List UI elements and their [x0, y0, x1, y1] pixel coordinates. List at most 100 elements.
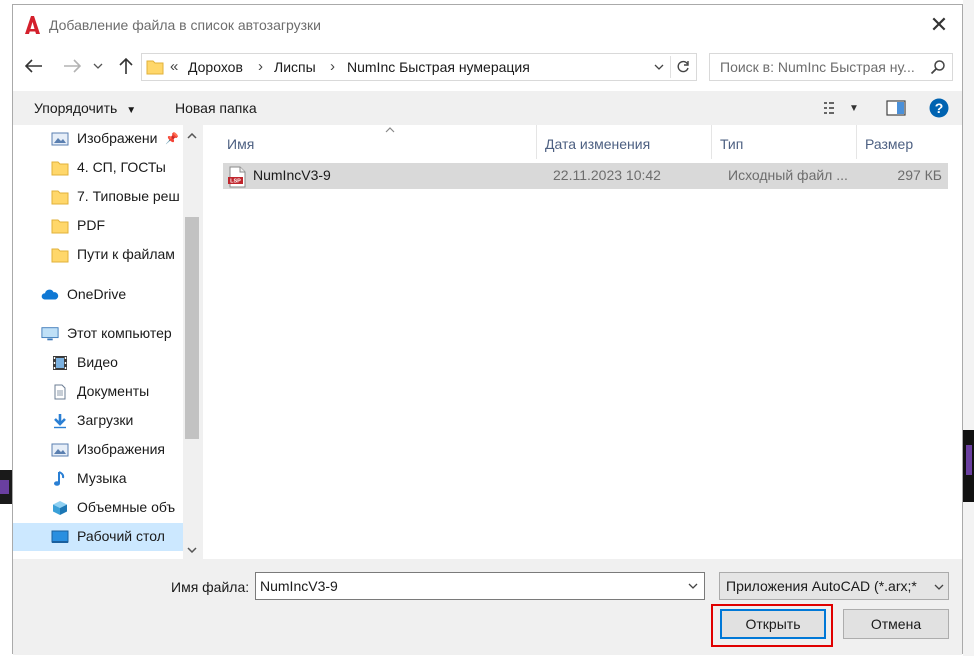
scroll-up-button[interactable] [183, 127, 201, 145]
sidebar-item-pictures-pinned[interactable]: Изображени 📌 [13, 125, 183, 153]
file-date: 22.11.2023 10:42 [553, 167, 661, 183]
sidebar-item-label: OneDrive [67, 286, 127, 302]
scrollbar-thumb[interactable] [185, 217, 199, 439]
music-icon [54, 471, 65, 486]
sidebar-item-label: 4. СП, ГОСТы [77, 159, 166, 175]
pictures-icon [51, 443, 69, 457]
desktop-icon [51, 530, 69, 543]
search-box[interactable]: Поиск в: NumInc Быстрая ну... [709, 53, 953, 81]
back-arrow-icon [25, 59, 42, 73]
search-icon [930, 60, 945, 75]
dialog-footer: Имя файла: Приложения AutoCAD (*.arx;* О… [13, 559, 962, 655]
document-icon [54, 384, 66, 400]
cloud-icon [41, 289, 59, 300]
file-row[interactable]: LSP NumIncV3-9 22.11.2023 10:42 Исходный… [223, 163, 948, 189]
organize-label: Упорядочить [34, 100, 118, 116]
sidebar-item-tipovye[interactable]: 7. Типовые реш [13, 183, 183, 211]
column-header-label: Тип [720, 136, 744, 152]
help-icon: ? [929, 98, 949, 118]
chevron-down-icon: ▼ [849, 102, 859, 114]
sidebar-item-onedrive[interactable]: OneDrive [13, 281, 183, 309]
file-name: NumIncV3-9 [253, 167, 331, 183]
breadcrumb-item[interactable]: NumInc Быстрая нумерация [347, 59, 530, 75]
scroll-down-button[interactable] [183, 541, 201, 559]
address-history-button[interactable] [650, 58, 668, 76]
cancel-button[interactable]: Отмена [843, 609, 949, 639]
column-header-label: Размер [865, 136, 914, 152]
sidebar-item-label: Музыка [77, 470, 127, 486]
column-header-label: Имя [227, 136, 255, 152]
sidebar-item-this-pc[interactable]: Этот компьютер [13, 320, 183, 348]
sidebar-item-documents[interactable]: Документы [13, 378, 183, 406]
chevron-down-icon [93, 63, 103, 69]
organize-button[interactable]: Упорядочить ▼ [34, 100, 136, 116]
pictures-icon [51, 132, 69, 146]
column-header-name[interactable]: Имя [219, 125, 537, 159]
sidebar-item-label: PDF [77, 217, 105, 233]
title-bar: Добавление файла в список автозагрузки ✕ [13, 5, 962, 45]
search-input[interactable]: Поиск в: NumInc Быстрая ну... [720, 59, 925, 75]
folder-icon [51, 190, 69, 205]
download-icon [54, 414, 66, 429]
forward-arrow-icon [64, 59, 81, 73]
navigation-scrollbar[interactable] [183, 125, 201, 559]
sidebar-item-pictures[interactable]: Изображения [13, 436, 183, 464]
filename-field[interactable] [255, 572, 705, 600]
sidebar-item-sp-gosty[interactable]: 4. СП, ГОСТы [13, 154, 183, 182]
breadcrumb-item[interactable]: Дорохов [188, 59, 243, 75]
filename-history-button[interactable] [684, 577, 702, 595]
up-arrow-icon [119, 57, 133, 74]
sort-ascending-icon [385, 127, 395, 133]
close-icon: ✕ [929, 12, 949, 37]
breadcrumb-overflow[interactable]: « [170, 58, 178, 75]
highlight-box [711, 604, 833, 647]
filename-input[interactable] [260, 576, 670, 596]
sidebar-item-videos[interactable]: Видео [13, 349, 183, 377]
dialog-title: Добавление файла в список автозагрузки [49, 17, 321, 33]
up-button[interactable] [113, 53, 139, 79]
sidebar-item-desktop[interactable]: Рабочий стол [13, 523, 183, 551]
column-header-type[interactable]: Тип [712, 125, 857, 159]
sidebar-item-downloads[interactable]: Загрузки [13, 407, 183, 435]
pin-icon: 📌 [165, 133, 179, 145]
sidebar-item-label: Объемные объ [77, 499, 176, 515]
navigation-bar: « Дорохов › Лиспы › NumInc Быстрая нумер… [13, 45, 962, 91]
sidebar-item-music[interactable]: Музыка [13, 465, 183, 493]
help-button[interactable]: ? [927, 97, 951, 119]
column-header-size[interactable]: Размер [857, 125, 957, 159]
chevron-down-icon [934, 584, 944, 590]
svg-text:?: ? [935, 100, 944, 116]
folder-icon [51, 248, 69, 263]
lsp-file-icon: LSP [228, 166, 246, 188]
column-header-date[interactable]: Дата изменения [537, 125, 712, 159]
filename-label: Имя файла: [171, 579, 250, 595]
sidebar-item-label: Этот компьютер [67, 325, 172, 341]
open-file-dialog: Добавление файла в список автозагрузки ✕… [12, 4, 963, 655]
sidebar-item-label: 7. Типовые реш [77, 188, 180, 204]
recent-locations-button[interactable] [89, 53, 107, 79]
new-folder-button[interactable]: Новая папка [175, 100, 257, 116]
navigation-pane: Изображени 📌 4. СП, ГОСТы 7. Типовые реш… [13, 125, 201, 559]
forward-button[interactable] [59, 53, 85, 79]
close-button[interactable]: ✕ [916, 5, 962, 45]
breadcrumb-item[interactable]: Лиспы [274, 59, 316, 75]
sidebar-item-label: Документы [77, 383, 150, 399]
autocad-icon [25, 16, 40, 34]
preview-pane-icon [886, 100, 906, 116]
breadcrumb-separator: › [330, 58, 335, 75]
refresh-button[interactable] [670, 56, 694, 78]
view-options-button[interactable]: ▼ [819, 97, 863, 119]
sidebar-item-file-paths[interactable]: Пути к файлам [13, 241, 183, 269]
refresh-icon [677, 60, 689, 73]
back-button[interactable] [21, 53, 47, 79]
svg-text:LSP: LSP [230, 179, 241, 185]
sidebar-item-pdf[interactable]: PDF [13, 212, 183, 240]
chevron-down-icon [187, 547, 197, 553]
address-bar[interactable]: « Дорохов › Лиспы › NumInc Быстрая нумер… [141, 53, 697, 81]
sidebar-item-label: Пути к файлам [77, 246, 175, 262]
sidebar-item-3d-objects[interactable]: Объемные объ [13, 494, 183, 522]
filetype-select[interactable]: Приложения AutoCAD (*.arx;* [719, 572, 949, 600]
preview-pane-button[interactable] [883, 97, 909, 119]
file-type: Исходный файл ... [728, 167, 848, 183]
folder-icon [51, 161, 69, 176]
